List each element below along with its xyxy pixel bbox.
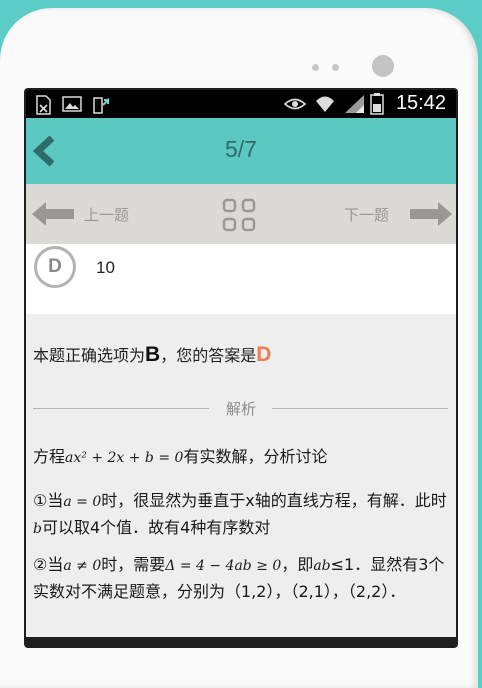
battery-icon [370, 93, 384, 115]
text: 时，需要 [101, 555, 166, 574]
front-camera [372, 55, 394, 77]
next-arrow-icon[interactable] [408, 202, 452, 226]
equation: a ≠ 0 [63, 558, 102, 574]
title-bar: 5/7 [26, 118, 456, 184]
speaker-dot [312, 64, 319, 71]
prev-question-button[interactable]: 上一题 [84, 204, 129, 225]
equation: ab [313, 558, 331, 574]
text: 方程 [33, 447, 66, 466]
answer-summary: 本题正确选项为B，您的答案是D [33, 342, 271, 367]
text: 时，很显然为垂直于x轴的直线方程，有解．此时 [101, 491, 447, 510]
equation: a = 0 [63, 494, 102, 510]
signal-icon [345, 95, 364, 113]
grid-icon[interactable] [222, 198, 256, 232]
speaker-dot [332, 64, 339, 71]
explanation-paragraph-3: ②当a ≠ 0时，需要Δ = 4 − 4ab ≥ 0，即ab≤1．显然有3个实数… [33, 552, 451, 604]
equation: ax² + 2x + b = 0 [65, 450, 184, 466]
equation: Δ = 4 − 4ab ≥ 0 [165, 558, 282, 574]
user-answer: D [256, 343, 272, 366]
equation: b [33, 521, 42, 537]
next-question-button[interactable]: 下一题 [344, 204, 389, 225]
wifi-icon [316, 96, 334, 112]
clock: 15:42 [395, 92, 446, 114]
page-indicator: 5/7 [225, 136, 257, 162]
prev-arrow-icon[interactable] [32, 202, 76, 226]
question-nav: 上一题 下一题 [26, 184, 456, 244]
image-icon [62, 96, 82, 112]
answer-prefix: 本题正确选项为 [33, 346, 146, 365]
eye-icon [284, 98, 306, 110]
text: 有实数解，分析讨论 [183, 447, 328, 466]
option-text: 10 [96, 258, 115, 277]
text: ②当 [33, 555, 64, 574]
divider-right [272, 408, 448, 409]
app-screen: 15:42 5/7 上一题 下一题 D 10 本题正确选项为B，您的答案是D 解… [26, 90, 456, 637]
sim-off-icon [36, 95, 51, 115]
option-letter-badge: D [34, 246, 76, 288]
text: ①当 [33, 491, 64, 510]
explanation-paragraph-1: 方程ax² + 2x + b = 0有实数解，分析讨论 [33, 444, 451, 471]
upload-icon [93, 97, 109, 114]
correct-answer: B [145, 343, 161, 366]
explanation-paragraph-2: ①当a = 0时，很显然为垂直于x轴的直线方程，有解．此时 b可以取4个值．故有4… [33, 488, 451, 542]
text: 可以取4个值．故有4种有序数对 [41, 518, 271, 537]
answer-middle: ，您的答案是 [160, 346, 257, 365]
option-d[interactable]: D 10 [26, 244, 456, 314]
text: ，即 [281, 555, 314, 574]
status-bar: 15:42 [26, 90, 456, 118]
